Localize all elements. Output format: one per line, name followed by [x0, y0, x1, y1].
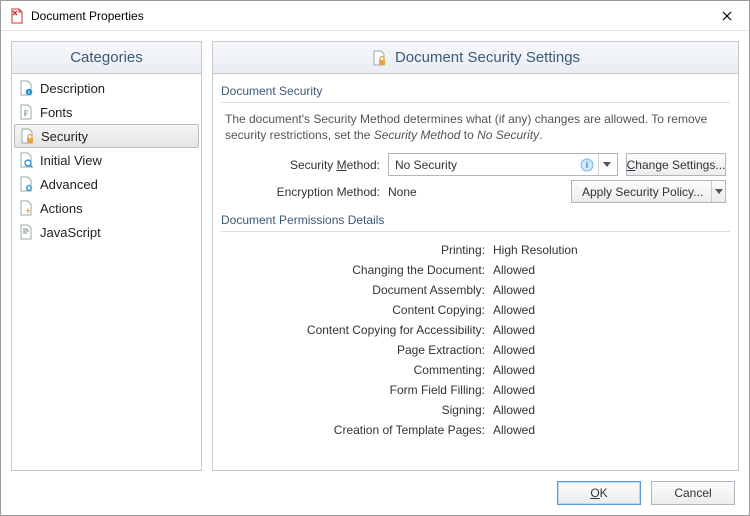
page-lock-icon [371, 50, 387, 66]
dialog-body: Categories i Description F Fonts [1, 31, 749, 471]
page-font-icon: F [18, 104, 34, 120]
security-description: The document's Security Method determine… [225, 111, 726, 143]
group-label-permissions: Document Permissions Details [221, 213, 730, 227]
titlebar: Document Properties [1, 1, 749, 31]
categories-list: i Description F Fonts Security [12, 74, 201, 470]
perm-row-template-pages: Creation of Template Pages:Allowed [225, 420, 726, 440]
window-close-button[interactable] [704, 1, 749, 30]
category-item-advanced[interactable]: Advanced [12, 172, 201, 196]
cancel-button[interactable]: Cancel [651, 481, 735, 505]
categories-panel: Categories i Description F Fonts [11, 41, 202, 471]
categories-title: Categories [12, 42, 201, 74]
page-lock-icon [19, 128, 35, 144]
perm-row-commenting: Commenting:Allowed [225, 360, 726, 380]
category-label: Initial View [40, 153, 102, 168]
dialog-footer: OK Cancel [1, 471, 749, 515]
category-label: Actions [40, 201, 83, 216]
info-icon: i [580, 158, 594, 172]
category-item-actions[interactable]: Actions [12, 196, 201, 220]
security-method-label: Security Method: [225, 158, 380, 172]
svg-text:F: F [24, 109, 29, 118]
perm-row-assembly: Document Assembly:Allowed [225, 280, 726, 300]
category-item-security[interactable]: Security [14, 124, 199, 148]
category-label: Advanced [40, 177, 98, 192]
page-bolt-icon [18, 200, 34, 216]
perm-row-form-fill: Form Field Filling:Allowed [225, 380, 726, 400]
perm-row-extraction: Page Extraction:Allowed [225, 340, 726, 360]
category-item-fonts[interactable]: F Fonts [12, 100, 201, 124]
content-heading-text: Document Security Settings [395, 49, 580, 66]
group-label-security: Document Security [221, 84, 730, 98]
category-label: Description [40, 81, 105, 96]
category-item-javascript[interactable]: JavaScript [12, 220, 201, 244]
perm-row-printing: Printing:High Resolution [225, 240, 726, 260]
page-gear-icon [18, 176, 34, 192]
content-panel: Document Security Settings Document Secu… [212, 41, 739, 471]
perm-row-copying: Content Copying:Allowed [225, 300, 726, 320]
chevron-down-icon[interactable] [711, 181, 725, 202]
encryption-method-value: None [388, 185, 563, 199]
apply-security-policy-button[interactable]: Apply Security Policy... [571, 180, 726, 203]
svg-text:i: i [586, 160, 589, 170]
content-title: Document Security Settings [213, 42, 738, 74]
content-body: Document Security The document's Securit… [213, 74, 738, 470]
security-method-value: No Security [395, 158, 576, 172]
group-rule [221, 231, 730, 232]
ok-button[interactable]: OK [557, 481, 641, 505]
security-method-combo[interactable]: No Security i [388, 153, 618, 176]
perm-row-changing: Changing the Document:Allowed [225, 260, 726, 280]
encryption-method-row: Encryption Method: None Apply Security P… [225, 180, 726, 203]
category-label: Security [41, 129, 88, 144]
page-magnify-icon [18, 152, 34, 168]
encryption-method-label: Encryption Method: [225, 185, 380, 199]
page-info-icon: i [18, 80, 34, 96]
page-script-icon [18, 224, 34, 240]
window-title: Document Properties [31, 9, 704, 23]
change-settings-button[interactable]: Change Settings... [626, 153, 726, 176]
app-icon [9, 8, 25, 24]
category-label: JavaScript [40, 225, 101, 240]
security-method-row: Security Method: No Security i Change Se… [225, 153, 726, 176]
group-rule [221, 102, 730, 103]
permissions-grid: Printing:High Resolution Changing the Do… [225, 240, 726, 440]
category-label: Fonts [40, 105, 73, 120]
category-item-description[interactable]: i Description [12, 76, 201, 100]
perm-row-copy-accessibility: Content Copying for Accessibility:Allowe… [225, 320, 726, 340]
document-properties-window: Document Properties Categories i Descrip… [0, 0, 750, 516]
perm-row-signing: Signing:Allowed [225, 400, 726, 420]
chevron-down-icon[interactable] [598, 154, 615, 175]
category-item-initial-view[interactable]: Initial View [12, 148, 201, 172]
